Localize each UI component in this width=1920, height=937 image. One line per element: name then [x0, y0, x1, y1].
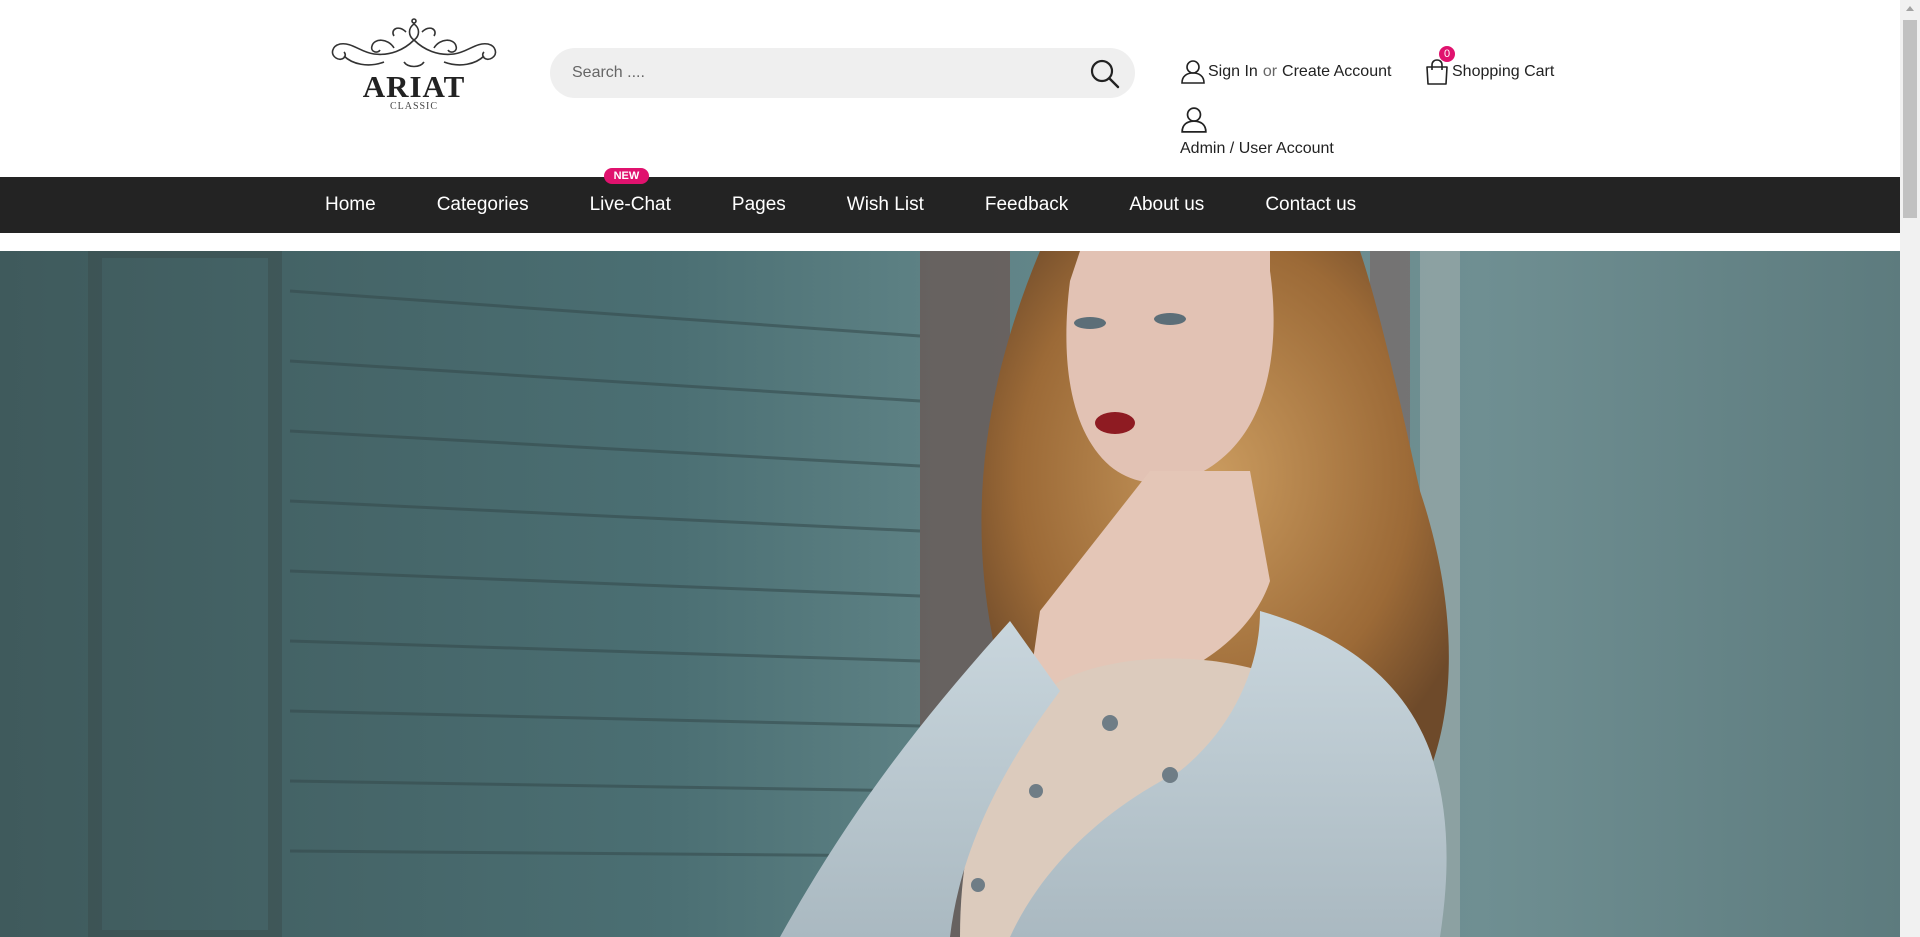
- site-logo[interactable]: ARIAT CLASSIC: [324, 18, 504, 130]
- nav-item-pages[interactable]: Pages: [732, 194, 786, 216]
- nav-list: Home Categories NEW Live-Chat Pages Wish…: [325, 168, 1417, 233]
- nav-item-label[interactable]: Pages: [732, 194, 786, 215]
- cart-count-badge: 0: [1439, 46, 1455, 62]
- or-label: or: [1262, 63, 1278, 80]
- nav-item-categories[interactable]: Categories: [437, 194, 529, 216]
- site-header: ARIAT CLASSIC Sign In or Create Account: [0, 0, 1900, 177]
- nav-item-label[interactable]: Wish List: [847, 194, 924, 215]
- shopping-cart-label[interactable]: Shopping Cart: [1452, 63, 1554, 81]
- nav-item-label[interactable]: Categories: [437, 194, 529, 215]
- main-nav: Home Categories NEW Live-Chat Pages Wish…: [0, 168, 1900, 233]
- shopping-bag-icon: 0: [1424, 46, 1455, 86]
- new-badge: NEW: [603, 168, 650, 184]
- search-icon[interactable]: [1089, 58, 1121, 90]
- logo-tagline: CLASSIC: [389, 101, 439, 112]
- search-bar: [550, 48, 1135, 98]
- sign-in-label[interactable]: Sign In: [1208, 63, 1258, 81]
- nav-item-feedback[interactable]: Feedback: [985, 194, 1068, 216]
- user-icon: [1180, 59, 1206, 85]
- ornament-icon: [331, 18, 497, 68]
- nav-item-label[interactable]: Contact us: [1265, 194, 1356, 215]
- nav-item-home[interactable]: Home: [325, 194, 376, 216]
- nav-item-contact-us[interactable]: Contact us: [1265, 194, 1356, 216]
- admin-account-link[interactable]: Admin / User Account: [1180, 106, 1334, 158]
- logo-name: ARIAT: [362, 69, 466, 104]
- hero-banner-image: [0, 251, 1900, 937]
- nav-item-label[interactable]: About us: [1129, 194, 1204, 215]
- shopping-cart-link[interactable]: 0 Shopping Cart: [1424, 46, 1554, 87]
- nav-item-label[interactable]: Home: [325, 194, 376, 215]
- admin-account-label[interactable]: Admin / User Account: [1180, 140, 1334, 157]
- nav-item-about-us[interactable]: About us: [1129, 194, 1204, 216]
- search-input[interactable]: [572, 48, 1052, 98]
- nav-item-label[interactable]: Live-Chat: [590, 194, 671, 215]
- page-scrollbar[interactable]: [1900, 0, 1920, 937]
- create-account-label[interactable]: Create Account: [1282, 63, 1391, 81]
- sign-in-link[interactable]: Sign In or Create Account: [1180, 57, 1391, 87]
- nav-item-label[interactable]: Feedback: [985, 194, 1068, 215]
- user-icon: [1180, 106, 1208, 134]
- nav-item-wish-list[interactable]: Wish List: [847, 194, 924, 216]
- page: ARIAT CLASSIC Sign In or Create Account: [0, 0, 1900, 937]
- nav-item-live-chat[interactable]: NEW Live-Chat: [590, 168, 671, 216]
- scroll-thumb[interactable]: [1903, 20, 1917, 218]
- scroll-up-arrow-icon[interactable]: [1900, 0, 1920, 17]
